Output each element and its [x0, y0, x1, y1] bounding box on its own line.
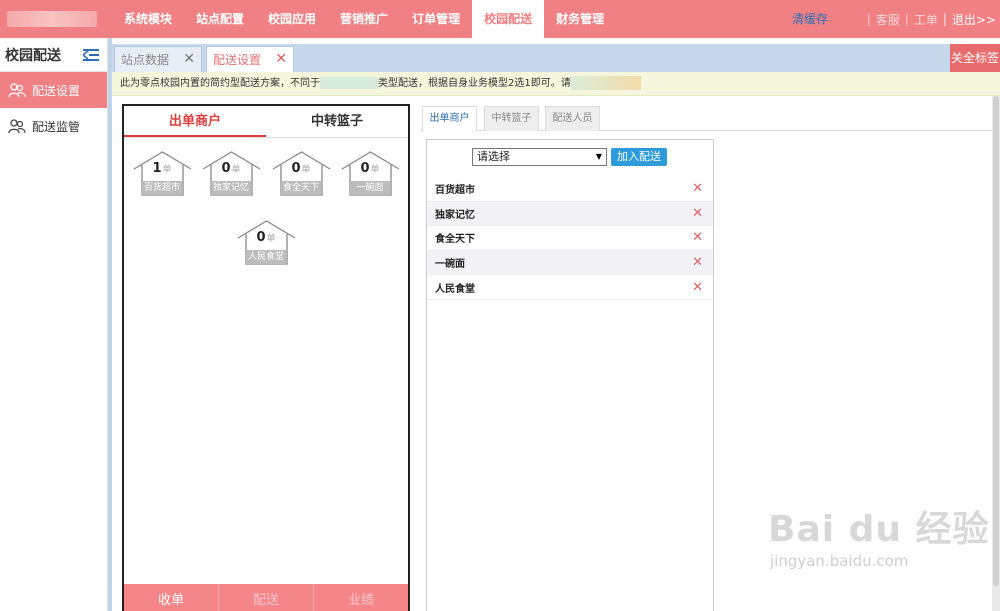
phone-tab-merchants[interactable]: 出单商户	[124, 106, 266, 137]
merchant-name: 独家记忆	[211, 181, 251, 195]
tab-bar: 站点数据 ✕ 配送设置 ✕	[112, 44, 1000, 72]
list-item: 人民食堂 ✕	[427, 275, 713, 300]
page-scrollbar[interactable]	[992, 96, 1000, 611]
redacted-text	[320, 77, 378, 89]
merchant-house[interactable]: 0单 独家记忆	[202, 151, 262, 199]
merchant-name: 百货超市	[142, 181, 182, 195]
merchant-name: 独家记忆	[435, 209, 475, 221]
top-navbar: 系统模块 站点配置 校园应用 营销推广 订单管理 校园配送 财务管理 清缓存 |…	[0, 0, 1000, 38]
delete-icon[interactable]: ✕	[692, 255, 703, 270]
sidebar-header: 校园配送	[0, 38, 107, 72]
order-count: 0单	[221, 161, 241, 176]
delete-icon[interactable]: ✕	[692, 181, 703, 196]
merchant-name: 食全天下	[281, 181, 321, 195]
divider: |	[942, 12, 947, 26]
merchant-name: 人民食堂	[246, 250, 286, 264]
merchant-house[interactable]: 1单 百货超市	[133, 151, 193, 199]
config-tabs: 出单商户 中转篮子 配送人员	[420, 106, 1000, 132]
list-item: 一碗面 ✕	[427, 250, 713, 276]
tab-site-data[interactable]: 站点数据 ✕	[114, 46, 202, 72]
select-value: 请选择	[477, 150, 510, 163]
phone-footer-nav: 收单 配送 业绩	[124, 584, 408, 611]
sidebar: 校园配送 配送设置 配送监管	[0, 38, 108, 611]
site-logo[interactable]	[7, 11, 97, 27]
list-item: 独家记忆 ✕	[427, 201, 713, 227]
merchant-name: 百货超市	[435, 185, 475, 197]
close-icon[interactable]: ✕	[183, 51, 195, 67]
sidebar-divider	[108, 38, 112, 611]
watermark-url: jingyan.baidu.com	[770, 552, 909, 570]
list-item: 百货超市 ✕	[427, 177, 713, 202]
users-icon	[8, 83, 26, 98]
merchant-house[interactable]: 0单 食全天下	[272, 151, 332, 199]
scrollbar-thumb[interactable]	[993, 96, 999, 586]
phone-tabs: 出单商户 中转篮子	[124, 106, 408, 138]
add-to-delivery-button[interactable]: 加入配送	[611, 148, 667, 166]
notice-bar: 此为零点校园内置的简约型配送方案，不同于 类型配送，根据自身业务模型2选1即可。请	[112, 72, 1000, 96]
watermark: Bai du 经验 jingyan.baidu.com	[768, 500, 990, 570]
footer-tab-performance[interactable]: 业绩	[314, 584, 408, 611]
redacted-text	[570, 76, 641, 90]
merchant-house[interactable]: 0单 一碗面	[341, 151, 401, 199]
logout-link[interactable]: 退出>>	[952, 11, 996, 28]
delete-icon[interactable]: ✕	[692, 206, 703, 221]
sidebar-item-delivery-settings[interactable]: 配送设置	[0, 72, 107, 108]
phone-preview: 出单商户 中转篮子 1单 百货超市 0单 独家记忆 0单 食全天下 0单 一碗面…	[122, 104, 410, 611]
sidebar-item-label: 配送监管	[32, 119, 81, 134]
sidebar-item-delivery-monitor[interactable]: 配送监管	[0, 108, 107, 144]
order-count: 0单	[291, 161, 311, 176]
dropdown-arrow-icon: ▼	[595, 152, 602, 161]
merchant-name: 人民食堂	[435, 283, 475, 295]
merchant-name: 食全天下	[435, 234, 475, 246]
divider: |	[904, 12, 909, 26]
main-nav: 系统模块 站点配置 校园应用 营销推广 订单管理 校园配送 财务管理	[112, 0, 616, 38]
top-right-links: | 客服 | 工单 | 退出>>	[862, 0, 996, 38]
delete-icon[interactable]: ✕	[692, 280, 703, 295]
notice-text: 类型配送，根据自身业务模型2选1即可。请	[378, 78, 571, 89]
notice-text: 此为零点校园内置的简约型配送方案，不同于	[120, 78, 320, 89]
collapse-menu-icon[interactable]	[83, 48, 99, 62]
users-icon	[8, 119, 26, 134]
order-count: 0单	[256, 230, 276, 245]
close-icon[interactable]: ✕	[275, 51, 287, 67]
nav-item-campus-delivery[interactable]: 校园配送	[472, 0, 545, 38]
sidebar-title: 校园配送	[5, 47, 61, 64]
order-count: 0单	[360, 161, 380, 176]
order-count: 1单	[152, 161, 172, 176]
clear-cache-link[interactable]: 清缓存	[792, 0, 828, 38]
tab-label: 站点数据	[121, 53, 170, 67]
merchant-house[interactable]: 0单 人民食堂	[237, 220, 297, 268]
footer-tab-delivery[interactable]: 配送	[219, 584, 314, 611]
customer-service-link[interactable]: 客服	[876, 11, 900, 28]
nav-item-orders[interactable]: 订单管理	[400, 0, 472, 38]
footer-tab-receive-orders[interactable]: 收单	[124, 584, 219, 611]
tab-delivery-settings[interactable]: 配送设置 ✕	[206, 46, 294, 72]
phone-tab-transfer-basket[interactable]: 中转篮子	[266, 106, 408, 137]
delete-icon[interactable]: ✕	[692, 230, 703, 245]
list-item: 食全天下 ✕	[427, 226, 713, 251]
add-merchant-row: 请选择 ▼ 加入配送	[472, 148, 667, 166]
nav-item-site-config[interactable]: 站点配置	[184, 0, 256, 38]
divider: |	[866, 12, 871, 26]
config-tab-merchants[interactable]: 出单商户	[422, 106, 477, 132]
config-tab-delivery-staff[interactable]: 配送人员	[545, 106, 600, 131]
close-all-tabs-button[interactable]: 关全标签	[950, 44, 1000, 72]
merchant-name: 一碗面	[350, 181, 390, 195]
ticket-link[interactable]: 工单	[914, 11, 938, 28]
sidebar-item-label: 配送设置	[32, 83, 81, 98]
nav-item-system[interactable]: 系统模块	[112, 0, 184, 38]
nav-item-campus-apps[interactable]: 校园应用	[256, 0, 328, 38]
watermark-brand: Bai du 经验	[768, 509, 990, 550]
tab-label: 配送设置	[213, 53, 262, 67]
merchant-select[interactable]: 请选择 ▼	[472, 148, 607, 166]
merchant-config-panel: 请选择 ▼ 加入配送 百货超市 ✕ 独家记忆 ✕ 食全天下 ✕ 一碗面 ✕ 人民…	[426, 139, 714, 611]
config-tab-transfer-basket[interactable]: 中转篮子	[484, 106, 539, 131]
nav-item-finance[interactable]: 财务管理	[544, 0, 616, 38]
nav-item-marketing[interactable]: 营销推广	[328, 0, 400, 38]
merchant-name: 一碗面	[435, 259, 465, 271]
merchant-list: 百货超市 ✕ 独家记忆 ✕ 食全天下 ✕ 一碗面 ✕ 人民食堂 ✕	[427, 177, 713, 300]
